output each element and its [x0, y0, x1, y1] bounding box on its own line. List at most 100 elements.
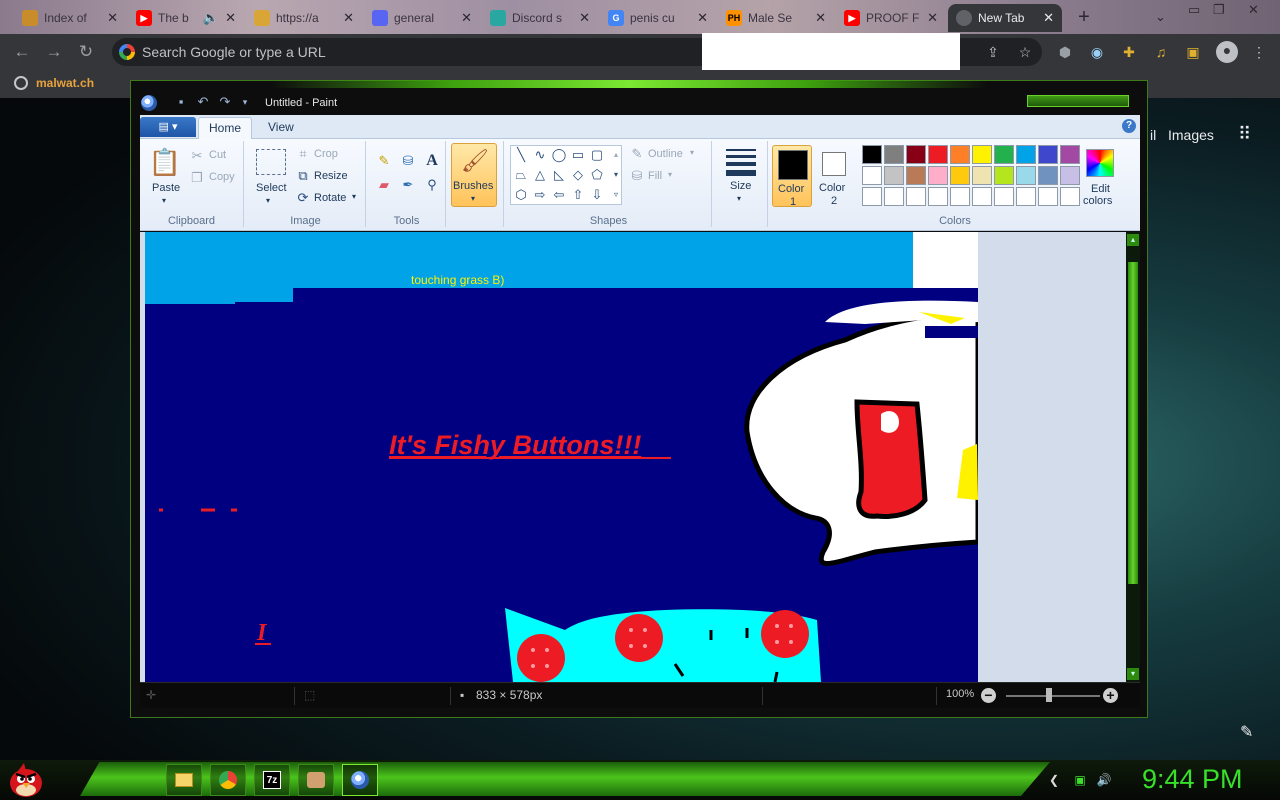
crop-icon[interactable]: ⌗ — [296, 146, 310, 161]
palette-swatch[interactable] — [906, 166, 926, 185]
close-icon[interactable]: ✕ — [579, 10, 590, 26]
gallery-scroll-down-icon[interactable]: ▾ — [607, 166, 625, 184]
cut-button[interactable]: Cut — [209, 149, 226, 161]
close-icon[interactable]: ✕ — [697, 10, 708, 26]
palette-swatch[interactable] — [1038, 166, 1058, 185]
close-icon[interactable]: ✕ — [815, 10, 826, 26]
taskbar-7zip[interactable]: 7z — [254, 764, 290, 796]
outline-button[interactable]: Outline — [648, 148, 683, 160]
close-icon[interactable]: ✕ — [343, 10, 354, 26]
copy-icon[interactable]: ❐ — [190, 170, 204, 185]
select-dropdown-icon[interactable]: ▾ — [266, 196, 270, 205]
palette-swatch[interactable] — [972, 166, 992, 185]
zoom-slider-track[interactable] — [1006, 695, 1100, 697]
tab-new-tab[interactable]: New Tab ✕ — [948, 4, 1062, 32]
palette-swatch[interactable] — [1060, 145, 1080, 164]
color-picker-icon[interactable]: ✒ — [398, 175, 418, 195]
volume-icon[interactable]: 🔊 — [1096, 772, 1112, 788]
palette-swatch[interactable] — [972, 187, 992, 206]
diamond-shape-icon[interactable]: ◇ — [569, 166, 587, 184]
text-tool-icon[interactable]: A — [422, 151, 442, 171]
reload-icon[interactable]: ↻ — [76, 42, 96, 62]
taskbar-paint[interactable] — [342, 764, 378, 796]
palette-swatch[interactable] — [1016, 166, 1036, 185]
palette-swatch[interactable] — [862, 166, 882, 185]
forward-icon[interactable]: → — [44, 42, 64, 62]
tab-discord-s[interactable]: Discord s ✕ — [482, 4, 598, 32]
scroll-down-icon[interactable]: ▾ — [1127, 668, 1139, 680]
rectangle-shape-icon[interactable]: ▭ — [569, 146, 587, 164]
ublock-icon[interactable]: ⬢ — [1056, 43, 1074, 61]
speaker-icon[interactable]: 🔈 — [203, 10, 219, 26]
start-button[interactable] — [6, 761, 46, 799]
customize-qat-icon[interactable]: ▾ — [237, 94, 253, 110]
address-input[interactable] — [142, 42, 702, 62]
palette-swatch[interactable] — [906, 187, 926, 206]
scroll-up-icon[interactable]: ▴ — [1127, 234, 1139, 246]
tab-ph[interactable]: PH Male Se ✕ — [718, 4, 834, 32]
palette-swatch[interactable] — [1016, 145, 1036, 164]
paste-button[interactable]: Paste — [152, 182, 180, 194]
close-window-icon[interactable]: ✕ — [1248, 2, 1259, 18]
palette-swatch[interactable] — [1060, 187, 1080, 206]
taskbar-clock[interactable]: 9:44 PM — [1142, 764, 1243, 795]
line-shape-icon[interactable]: ╲ — [512, 146, 530, 164]
resize-icon[interactable]: ⧉ — [296, 168, 310, 183]
network-icon[interactable]: ▣ — [1072, 772, 1088, 788]
vertical-scrollbar[interactable]: ▴ ▾ — [1126, 232, 1140, 682]
magnifier-icon[interactable]: ⚲ — [422, 175, 442, 195]
zoom-in-button[interactable]: + — [1103, 688, 1118, 703]
palette-swatch[interactable] — [884, 166, 904, 185]
palette-swatch[interactable] — [994, 166, 1014, 185]
pentagon-shape-icon[interactable]: ⬠ — [588, 166, 606, 184]
extension-flag-icon[interactable]: ◉ — [1088, 43, 1106, 61]
rotate-button[interactable]: Rotate — [314, 192, 346, 204]
restore-icon[interactable]: ❐ — [1213, 2, 1225, 18]
scroll-thumb[interactable] — [1128, 262, 1138, 584]
bookmark-star-icon[interactable]: ☆ — [1016, 43, 1034, 61]
size-button[interactable]: Size ▾ — [724, 147, 758, 209]
palette-swatch[interactable] — [1038, 187, 1058, 206]
down-arrow-shape-icon[interactable]: ⇩ — [588, 186, 606, 204]
profile-avatar-icon[interactable]: ● — [1216, 41, 1238, 63]
select-button[interactable]: Select — [256, 182, 287, 194]
zoom-out-button[interactable]: − — [981, 688, 996, 703]
outline-icon[interactable]: ✎ — [630, 146, 644, 161]
color2-button[interactable]: Color 2 — [814, 145, 854, 207]
palette-swatch[interactable] — [950, 187, 970, 206]
media-icon[interactable]: ♫ — [1152, 43, 1170, 61]
tab-home[interactable]: Home — [198, 117, 253, 139]
rotate-dropdown-icon[interactable]: ▾ — [352, 192, 356, 201]
close-icon[interactable]: ✕ — [225, 10, 236, 26]
tray-expand-icon[interactable]: ❮ — [1046, 772, 1062, 788]
palette-swatch[interactable] — [884, 145, 904, 164]
triangle-shape-icon[interactable]: △ — [531, 166, 549, 184]
redo-icon[interactable]: ↷ — [217, 94, 233, 110]
palette-swatch[interactable] — [862, 187, 882, 206]
minimize-icon[interactable]: ▭ — [1188, 2, 1200, 18]
side-panel-icon[interactable]: ▣ — [1184, 43, 1202, 61]
color1-button[interactable]: Color 1 — [772, 145, 812, 208]
rotate-icon[interactable]: ⟳ — [296, 190, 310, 205]
gallery-scroll-up-icon[interactable]: ▴ — [607, 146, 625, 164]
help-icon[interactable]: ? — [1122, 119, 1136, 133]
tab-search-icon[interactable]: ⌄ — [1155, 9, 1166, 25]
outline-dropdown-icon[interactable]: ▾ — [690, 148, 694, 157]
polygon-shape-icon[interactable]: ⏢ — [512, 166, 530, 184]
palette-swatch[interactable] — [1038, 145, 1058, 164]
oval-shape-icon[interactable]: ◯ — [550, 146, 568, 164]
edit-colors-button[interactable]: Edit colors — [1083, 145, 1124, 207]
extensions-puzzle-icon[interactable]: ✚ — [1120, 43, 1138, 61]
gallery-more-icon[interactable]: ▿ — [607, 186, 625, 204]
palette-swatch[interactable] — [994, 187, 1014, 206]
drawing-canvas[interactable]: touching grass B) It's Fishy Buttons!!! … — [145, 232, 978, 682]
select-icon[interactable] — [256, 149, 286, 175]
close-icon[interactable]: ✕ — [1043, 10, 1054, 26]
palette-swatch[interactable] — [994, 145, 1014, 164]
eraser-icon[interactable]: ▰ — [374, 175, 394, 195]
tab-youtube[interactable]: ▶ The b 🔈 ✕ — [128, 4, 244, 32]
rounded-rect-shape-icon[interactable]: ▢ — [588, 146, 606, 164]
file-menu-button[interactable]: ▤ ▾ — [140, 117, 196, 137]
paste-dropdown-icon[interactable]: ▾ — [162, 196, 166, 205]
curve-shape-icon[interactable]: ∿ — [531, 146, 549, 164]
